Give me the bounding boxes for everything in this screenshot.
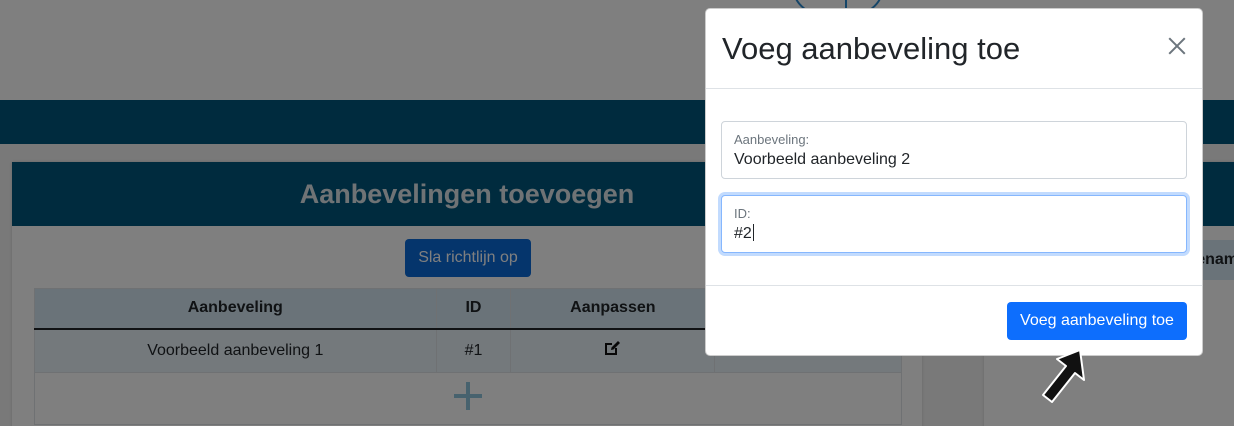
- id-input[interactable]: #2: [734, 225, 752, 242]
- id-input-wrapper[interactable]: #2: [734, 223, 1174, 245]
- modal-footer: Voeg aanbeveling toe: [706, 285, 1202, 355]
- aanbeveling-field[interactable]: Aanbeveling: Voorbeeld aanbeveling 2: [721, 121, 1187, 179]
- aanbeveling-input[interactable]: Voorbeeld aanbeveling 2: [734, 149, 1174, 171]
- modal-title: Voeg aanbeveling toe: [722, 30, 1021, 66]
- id-label: ID:: [734, 206, 751, 221]
- add-recommendation-button[interactable]: Voeg aanbeveling toe: [1007, 302, 1187, 340]
- arrow-cursor-icon: [1042, 349, 1085, 403]
- text-caret: [752, 224, 754, 241]
- id-field[interactable]: ID: #2: [721, 195, 1187, 253]
- add-recommendation-modal: Voeg aanbeveling toe Aanbeveling: Voorbe…: [705, 8, 1203, 356]
- close-icon[interactable]: [1166, 35, 1188, 57]
- modal-body: Aanbeveling: Voorbeeld aanbeveling 2 ID:…: [706, 89, 1202, 285]
- aanbeveling-label: Aanbeveling:: [734, 132, 810, 147]
- modal-header: Voeg aanbeveling toe: [706, 9, 1202, 89]
